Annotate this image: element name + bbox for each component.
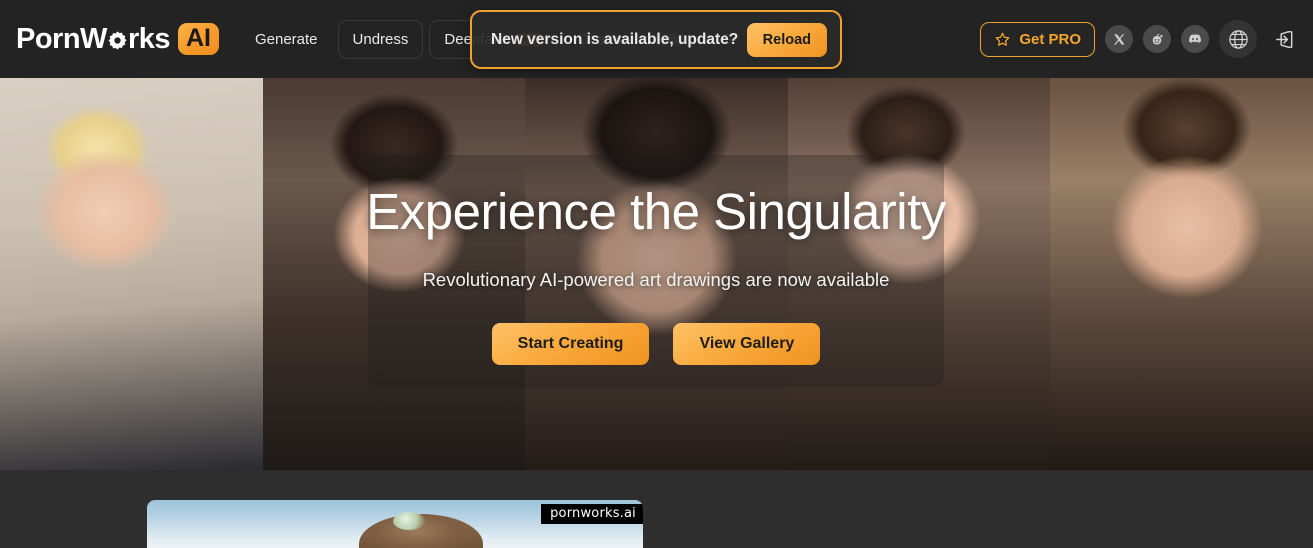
brand-name-part2: rks (127, 22, 171, 55)
login-icon[interactable] (1269, 24, 1299, 54)
hero-content-panel: Experience the Singularity Revolutionary… (366, 155, 946, 387)
star-icon (994, 31, 1011, 48)
brand-logo-text: PornW rks (16, 22, 171, 55)
hero-image-5 (1050, 78, 1313, 470)
nav-item-undress[interactable]: Undress (337, 19, 424, 59)
hero-subtitle: Revolutionary AI-powered art drawings ar… (422, 269, 890, 290)
hero-title: Experience the Singularity (366, 183, 946, 240)
gear-icon (107, 30, 128, 51)
nav-item-label: Generate (254, 30, 318, 48)
brand-name-part1: PornW (16, 22, 107, 55)
reload-button[interactable]: Reload (746, 22, 827, 57)
hero-image-1 (0, 78, 263, 470)
get-pro-button[interactable]: Get PRO (980, 21, 1095, 57)
nav-item-label: Undress (352, 30, 409, 48)
below-fold-section: pornworks.ai (0, 470, 1313, 548)
brand-logo[interactable]: PornW rks AI (16, 23, 219, 55)
update-message: New version is available, update? (491, 30, 739, 48)
start-creating-button[interactable]: Start Creating (491, 323, 650, 365)
hero-banner: Experience the Singularity Revolutionary… (0, 78, 1313, 470)
header-actions: Get PRO (980, 20, 1299, 58)
gallery-card[interactable]: pornworks.ai (147, 500, 643, 548)
gallery-card-flower-detail (393, 512, 425, 530)
globe-icon[interactable] (1219, 20, 1257, 58)
nav-item-generate[interactable]: Generate (241, 21, 332, 58)
update-notification-banner: New version is available, update? Reload (470, 10, 842, 69)
hero-actions: Start Creating View Gallery (491, 323, 821, 365)
get-pro-label: Get PRO (1019, 30, 1081, 48)
brand-ai-badge: AI (177, 23, 219, 55)
discord-icon[interactable] (1181, 25, 1209, 53)
view-gallery-button[interactable]: View Gallery (673, 323, 821, 365)
x-twitter-icon[interactable] (1105, 25, 1133, 53)
reddit-icon[interactable] (1143, 25, 1171, 53)
watermark-label: pornworks.ai (541, 504, 643, 524)
